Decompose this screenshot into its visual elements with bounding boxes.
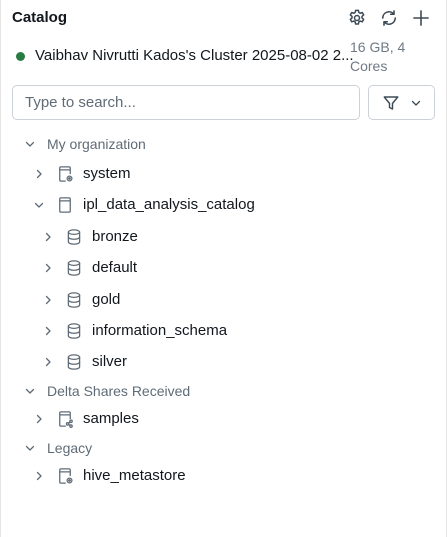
chevron-down-icon [411, 100, 420, 106]
database-icon [65, 228, 83, 246]
tree-item-label: silver [92, 353, 128, 371]
tree-item-label: gold [92, 290, 121, 308]
gear-icon [349, 9, 365, 25]
header-actions [344, 6, 434, 30]
tree-section-legacy[interactable]: Legacy [1, 434, 446, 462]
tree-item-ipl-data-analysis-catalog[interactable]: ipl_data_analysis_catalog [1, 191, 446, 219]
tree-item-silver[interactable]: silver [1, 348, 446, 376]
section-label: Delta Shares Received [47, 382, 191, 399]
tree-item-label: default [92, 259, 138, 277]
catalog-icon [56, 196, 74, 214]
cluster-selector[interactable]: Vaibhav Nivrutti Kados's Cluster 2025-08… [16, 38, 438, 78]
refresh-button[interactable] [376, 6, 402, 30]
cluster-status-dot [16, 52, 25, 61]
tree-item-system[interactable]: system [1, 160, 446, 188]
chevron-down-icon[interactable] [23, 441, 37, 455]
tree-item-default[interactable]: default [1, 254, 446, 282]
chevron-right-icon[interactable] [32, 167, 46, 181]
tree-item-samples[interactable]: samples [1, 405, 446, 433]
database-icon [65, 259, 83, 277]
section-label: My organization [47, 136, 146, 152]
tree-item-gold[interactable]: gold [1, 286, 446, 314]
chevron-right-icon[interactable] [32, 412, 46, 426]
tree-item-hive-metastore[interactable]: hive_metastore [1, 462, 446, 490]
search-row [12, 85, 435, 120]
catalog-panel: Catalog Vaibhav Nivrutti Kados's Cluster… [0, 0, 447, 537]
database-icon [65, 291, 83, 309]
tree-item-label: samples [83, 410, 139, 428]
chevron-down-icon[interactable] [32, 198, 46, 212]
catalog-gear-icon [56, 165, 74, 183]
tree-item-label: bronze [92, 227, 138, 245]
chevron-right-icon[interactable] [41, 355, 55, 369]
filter-icon [383, 95, 398, 110]
settings-button[interactable] [344, 6, 370, 30]
plus-icon [413, 10, 429, 26]
chevron-right-icon[interactable] [41, 324, 55, 338]
tree-item-information-schema[interactable]: information_schema [1, 317, 446, 345]
chevron-right-icon[interactable] [41, 293, 55, 307]
filter-button[interactable] [368, 85, 435, 120]
cluster-resources: 16 GB, 4 Cores [350, 39, 406, 74]
tree-section-my-organization[interactable]: My organization [1, 130, 446, 158]
chevron-down-icon[interactable] [23, 137, 37, 151]
cluster-name: Vaibhav Nivrutti Kados's Cluster 2025-08… [35, 47, 354, 64]
search-input[interactable] [12, 85, 360, 120]
tree-item-label: hive_metastore [83, 467, 186, 485]
catalog-header: Catalog [12, 8, 446, 28]
chevron-right-icon[interactable] [32, 469, 46, 483]
tree-item-bronze[interactable]: bronze [1, 223, 446, 251]
catalog-share-icon [56, 410, 74, 429]
catalog-gear-icon [56, 467, 74, 485]
database-icon [65, 353, 83, 371]
refresh-icon [381, 10, 397, 26]
tree-section-delta-shares-received[interactable]: Delta Shares Received [1, 377, 446, 405]
tree-item-label: system [83, 165, 131, 182]
chevron-right-icon[interactable] [41, 230, 55, 244]
database-icon [65, 322, 83, 340]
tree-item-label: ipl_data_analysis_catalog [83, 196, 255, 214]
chevron-right-icon[interactable] [41, 261, 55, 275]
section-label: Legacy [47, 439, 93, 456]
chevron-down-icon[interactable] [23, 384, 37, 398]
add-button[interactable] [408, 6, 434, 30]
tree-item-label: information_schema [92, 322, 228, 339]
